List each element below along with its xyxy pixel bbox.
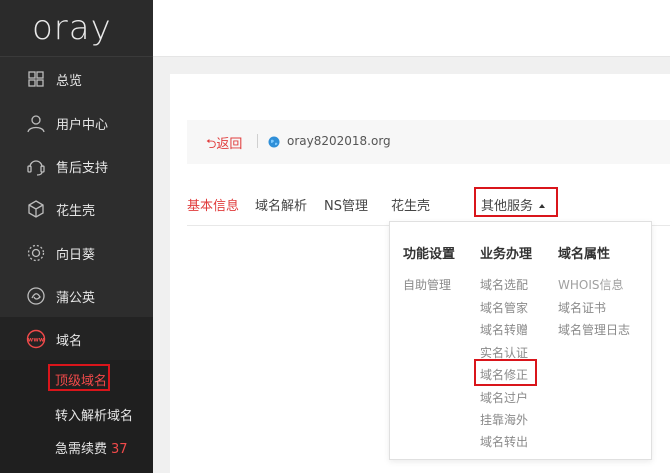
- menu-item-domain-transfer-out[interactable]: 域名转出: [480, 433, 528, 450]
- menu-item-domain-certificate[interactable]: 域名证书: [558, 299, 606, 316]
- dandelion-icon: [27, 287, 45, 305]
- sunflower-icon: [27, 244, 45, 262]
- headset-icon: [27, 160, 45, 176]
- renewal-count-badge: 37: [111, 442, 128, 457]
- sub-item-urgent-renewal[interactable]: 急需续费 37: [55, 438, 128, 457]
- menu-item-domain-gift[interactable]: 域名转赠: [480, 321, 528, 338]
- sidebar-item-dandelion[interactable]: 蒲公英: [0, 274, 153, 317]
- column-title-function-settings: 功能设置: [403, 247, 456, 262]
- highlight-box-domain-correction: [474, 359, 537, 386]
- domain-name: oray8202018.org: [287, 134, 391, 148]
- column-title-domain-attributes: 域名属性: [558, 247, 611, 262]
- breadcrumb: [187, 120, 670, 164]
- tab-dns-resolution[interactable]: 域名解析: [255, 195, 307, 214]
- back-label: 返回: [216, 137, 243, 152]
- sidebar-item-label: 向日葵: [56, 248, 96, 263]
- sidebar-item-label: 售后支持: [56, 161, 109, 176]
- sidebar-item-overview[interactable]: 总览: [0, 57, 153, 100]
- sidebar-item-label: 用户中心: [56, 118, 109, 133]
- top-header: [153, 0, 670, 57]
- sub-item-label: 急需续费: [55, 442, 108, 457]
- menu-item-domain-management-log[interactable]: 域名管理日志: [558, 321, 630, 338]
- back-link[interactable]: ⮌返回: [206, 133, 242, 157]
- sidebar-item-label: 总览: [56, 74, 83, 89]
- menu-item-whois-info[interactable]: WHOIS信息: [558, 276, 624, 293]
- breadcrumb-divider: [257, 134, 258, 148]
- tab-ns-management[interactable]: NS管理: [324, 195, 368, 214]
- svg-text:www: www: [28, 337, 45, 344]
- globe-icon: [268, 136, 280, 148]
- sidebar-item-domain[interactable]: www 域名: [0, 317, 153, 360]
- sidebar-item-peanut-shell[interactable]: 花生壳: [0, 187, 153, 230]
- tab-basic-info[interactable]: 基本信息: [187, 195, 239, 214]
- oray-logo[interactable]: oray: [32, 8, 112, 48]
- highlight-box-other-services: [474, 187, 558, 217]
- sidebar-item-label: 花生壳: [56, 204, 96, 219]
- menu-item-domain-match[interactable]: 域名选配: [480, 276, 528, 293]
- menu-item-overseas-affiliation[interactable]: 挂靠海外: [480, 411, 528, 428]
- tab-peanut-shell[interactable]: 花生壳: [391, 195, 430, 214]
- sidebar-item-user-center[interactable]: 用户中心: [0, 101, 153, 144]
- sidebar-item-support[interactable]: 售后支持: [0, 144, 153, 187]
- dashboard-grid-icon: [28, 71, 44, 87]
- sidebar-item-sunflower[interactable]: 向日葵: [0, 231, 153, 274]
- sidebar: oray 总览 用户中心 售后支持 花生壳 向日葵 蒲公英 www 域名 顶级域…: [0, 0, 153, 473]
- sidebar-item-label: 域名: [56, 334, 83, 349]
- menu-item-self-service[interactable]: 自助管理: [403, 276, 451, 293]
- sub-item-transfer-in-domain[interactable]: 转入解析域名: [55, 405, 133, 424]
- logo-area: oray: [0, 0, 153, 57]
- www-icon: www: [26, 329, 46, 349]
- highlight-box-top-level-domain: [48, 364, 110, 391]
- sidebar-item-label: 蒲公英: [56, 291, 96, 306]
- menu-item-domain-butler[interactable]: 域名管家: [480, 299, 528, 316]
- user-icon: [27, 115, 45, 133]
- peanut-shell-icon: [28, 200, 44, 218]
- column-title-business: 业务办理: [480, 247, 533, 262]
- menu-item-domain-ownership-transfer[interactable]: 域名过户: [480, 389, 528, 406]
